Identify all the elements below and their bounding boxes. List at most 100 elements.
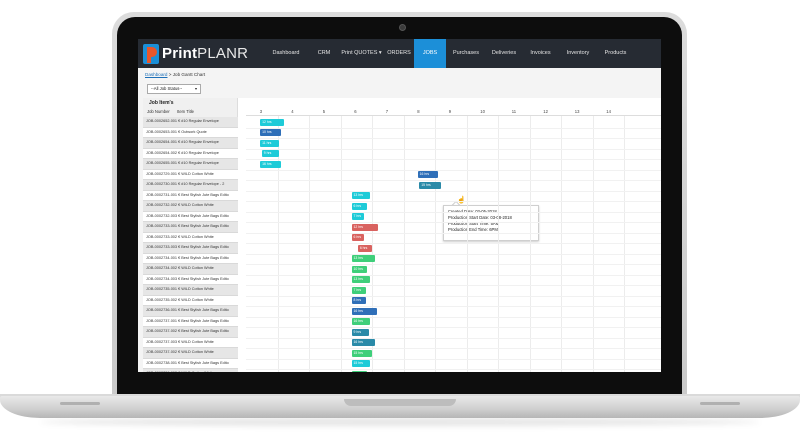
nav-item-inventory[interactable]: Inventory [559,39,597,68]
gantt-bar[interactable]: 16 hrs [351,370,368,372]
gantt-row-line [246,190,661,192]
table-row[interactable]: JOB-0002734-001 € Best Stylish Jute Bags… [143,253,238,264]
table-row[interactable]: JOB-0002738-001 € Best Stylish Jute Bags… [143,358,238,369]
nav-item-dashboard[interactable]: Dashboard [263,39,309,68]
gantt-day-label: 11 [511,109,517,114]
gantt-bar[interactable]: 11 hrs [260,139,280,147]
job-item-label: JOB-0002732-003 € Best Stylish Jute Bags… [146,213,229,218]
nav-item-print-quotes[interactable]: Print QUOTES ▾ [339,39,384,68]
chevron-down-icon: ▾ [194,86,197,91]
table-row[interactable]: JOB-0002730-001 € #10 Regular Envelope -… [143,180,238,191]
table-row[interactable]: JOB-0002736-001 € Best Stylish Jute Bags… [143,306,238,317]
job-item-label: JOB-0002653-001 € Outwork Quote [146,129,207,134]
nav-item-products[interactable]: Products [597,39,634,68]
gantt-bar[interactable]: 13 hrs [351,192,371,200]
job-status-selected: --All Job Status-- [151,86,183,91]
table-row[interactable]: JOB-0002652-001 € #10 Regular Envelope [143,117,238,128]
laptop-foot [700,402,740,405]
gantt-row-line [246,369,661,370]
gantt-bar[interactable]: 15 hrs [351,349,372,357]
gantt-bar[interactable]: 15 hrs [351,360,371,368]
nav-item-orders[interactable]: ORDERS [384,39,414,68]
gantt-row-line [246,201,661,202]
app-logo[interactable]: PrintPLANR [143,43,248,64]
gantt-bar[interactable]: 6 hrs [357,244,372,252]
laptop-notch [344,399,456,406]
gantt-gridline [435,116,436,372]
gantt-gridline [403,116,405,372]
table-row[interactable]: JOB-0002737-003 € WILD Cotton White [143,337,238,348]
gantt-day-label: 7 [385,109,389,114]
gantt-bar[interactable]: 15 hrs [419,181,442,189]
nav-item-purchases[interactable]: Purchases [446,39,486,68]
gantt-bar[interactable]: 16 hrs [351,307,377,315]
gantt-row-line [246,295,661,297]
table-row[interactable]: JOB-0002734-003 € Best Stylish Jute Bags… [143,274,238,285]
gantt-bar[interactable]: 13 hrs [351,276,371,284]
gantt-bar[interactable]: 10 hrs [351,265,368,273]
gantt-day-label: 13 [574,109,580,114]
gantt-bar[interactable]: 6 hrs [351,202,368,210]
nav-item-crm[interactable]: CRM [309,39,339,68]
gantt-bar[interactable]: 16 hrs [417,171,439,179]
gantt-bar[interactable]: 16 hrs [351,339,376,347]
job-item-label: JOB-0002652-001 € #10 Regular Envelope [146,119,219,123]
gantt-bar[interactable]: 13 hrs [351,255,376,263]
gantt-day-label: 6 [354,109,357,114]
table-row[interactable]: JOB-0002735-001 € WILD Cotton White [143,285,238,296]
gantt-row-line [246,327,661,328]
gantt-bar[interactable]: 16 hrs [351,318,371,326]
gantt-bar[interactable]: 6 hrs [351,234,365,242]
table-row[interactable]: JOB-0002729-001 € WILD Cotton White [143,169,238,180]
table-row[interactable]: JOB-0002733-002 € WILD Cotton White [143,232,238,243]
nav-item-invoices[interactable]: Invoices [522,39,559,68]
job-item-label: JOB-0002734-002 € WILD Cotton White [146,266,214,270]
nav-item-deliveries[interactable]: Deliveries [486,39,522,68]
gantt-gridline [624,116,625,372]
gantt-bar[interactable]: 12 hrs [260,118,284,126]
nav-item-jobs[interactable]: JOBS [414,39,446,68]
gantt-bar[interactable]: 10 hrs [260,129,281,137]
breadcrumb-dashboard-link[interactable]: Dashboard [145,72,167,77]
gantt-bar[interactable]: 16 hrs [260,160,281,168]
gantt-bar[interactable]: 12 hrs [351,223,379,231]
table-row[interactable]: JOB-0002737-002 € Best Stylish Jute Bags… [143,327,238,338]
gantt-bar[interactable]: 9 hrs [351,328,369,336]
gantt-bar[interactable]: 9 hrs [261,150,280,158]
table-row[interactable]: JOB-0002733-003 € Best Stylish Jute Bags… [143,243,238,254]
gantt-day-label: 3 [259,109,263,114]
table-row[interactable]: JOB-0002731-001 € Best Stylish Jute Bags… [143,190,238,201]
table-row[interactable]: JOB-0002737-001 € Best Stylish Jute Bags… [143,316,238,327]
gantt-gridline [498,116,499,372]
table-row[interactable]: JOB-0002735-002 € WILD Cotton White [143,295,238,306]
job-status-select[interactable]: --All Job Status-- ▾ [147,84,201,94]
gantt-row-line [246,180,661,181]
gantt-row-line [246,358,661,360]
table-row[interactable]: JOB-0002738-002 € WILD Cotton White [143,369,238,372]
gantt-row-line [246,316,661,318]
gantt-row-line [246,285,661,286]
job-item-label: JOB-0002733-001 € Best Stylish Jute Bags… [146,224,229,228]
table-row[interactable]: JOB-0002737-002 € WILD Cotton White [143,348,238,359]
gantt-gridline [466,116,468,372]
table-row[interactable]: JOB-0002654-002 € #10 Regular Envelope [143,148,238,159]
breadcrumb-current: > Job Gantt Chart [167,72,206,77]
gantt-gridline [592,116,594,372]
table-row[interactable]: JOB-0002732-003 € Best Stylish Jute Bags… [143,211,238,222]
pointer-cursor-icon: ☝ [457,196,466,204]
top-navbar: PrintPLANR Dashboard CRM Print QUOTES ▾ ORD… [138,39,661,68]
gantt-row-line [246,337,661,339]
gantt-bar[interactable]: 7 hrs [351,213,365,221]
gantt-day-label: 10 [480,109,485,114]
table-row[interactable]: JOB-0002732-002 € WILD Cotton White [143,201,238,212]
column-job-number: Job Number [147,109,170,114]
laptop-mockup: PrintPLANR Dashboard CRM Print QUOTES ▾ ORD… [0,0,800,432]
gantt-bar[interactable]: 8 hrs [351,297,366,305]
gantt-day-label: 9 [448,109,452,114]
table-row[interactable]: JOB-0002733-001 € Best Stylish Jute Bags… [143,222,238,233]
gantt-bar[interactable]: 7 hrs [351,286,366,294]
table-row[interactable]: JOB-0002734-002 € WILD Cotton White [143,264,238,275]
table-row[interactable]: JOB-0002655-001 € #10 Regular Envelope [143,159,238,170]
table-row[interactable]: JOB-0002653-001 € Outwork Quote [143,127,238,138]
table-row[interactable]: JOB-0002654-001 € #10 Regular Envelope [143,138,238,149]
